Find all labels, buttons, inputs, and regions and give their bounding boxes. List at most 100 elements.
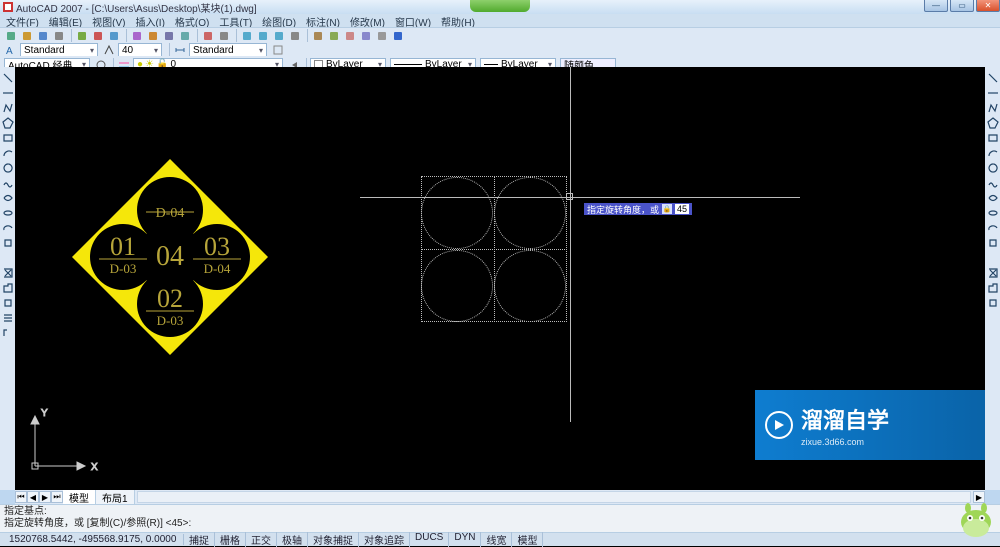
layout-tab-布局1[interactable]: 布局1 (96, 490, 135, 504)
status-toggle-模型[interactable]: 模型 (512, 532, 543, 547)
textstyle-value: Standard (24, 45, 65, 56)
spline-icon[interactable] (1, 191, 14, 204)
titlebar[interactable]: AutoCAD 2007 - [C:\Users\Asus\Desktop\某块… (0, 0, 1000, 14)
dynamic-angle-field[interactable]: 45 (675, 204, 689, 214)
match-icon[interactable] (146, 29, 160, 43)
tab-last-button[interactable]: ⏭ (51, 491, 63, 503)
zoom-win-icon[interactable] (256, 29, 270, 43)
mtext-icon[interactable] (1, 326, 14, 339)
mirror-icon[interactable] (986, 101, 999, 114)
selected-circle (494, 177, 566, 249)
stretch-icon[interactable] (986, 191, 999, 204)
status-toggle-DUCS[interactable]: DUCS (410, 532, 449, 547)
textstyle-combo[interactable]: Standard▾ (20, 43, 98, 57)
status-toggle-DYN[interactable]: DYN (449, 532, 481, 547)
toolpal-icon[interactable] (327, 29, 341, 43)
pan-icon[interactable] (217, 29, 231, 43)
designcenter-icon[interactable] (311, 29, 325, 43)
layout-tabbar: ⏮ ◀ ▶ ⏭ 模型布局1 ▶ (15, 490, 985, 504)
region-icon[interactable] (1, 296, 14, 309)
textheight-combo[interactable]: 40▾ (118, 43, 162, 57)
polygon-icon[interactable] (1, 116, 14, 129)
new-icon[interactable] (4, 29, 18, 43)
markup-icon[interactable] (359, 29, 373, 43)
offset-icon[interactable] (986, 116, 999, 129)
copy-icon[interactable] (986, 86, 999, 99)
explode-icon[interactable] (986, 296, 999, 309)
paste-icon[interactable] (130, 29, 144, 43)
drawing-area[interactable]: 指定旋转角度，或 🔒 45 04 D-04 01 (15, 67, 985, 490)
gradient-icon[interactable] (1, 281, 14, 294)
tab-prev-button[interactable]: ◀ (27, 491, 39, 503)
zoom-ext-icon[interactable] (240, 29, 254, 43)
status-toggle-捕捉[interactable]: 捕捉 (184, 532, 215, 547)
status-toggle-极轴[interactable]: 极轴 (277, 532, 308, 547)
ellipse-icon[interactable] (1, 206, 14, 219)
minimize-button[interactable]: — (924, 0, 948, 12)
ellipsearc-icon[interactable] (1, 221, 14, 234)
copy-icon[interactable] (107, 29, 121, 43)
close-button[interactable]: ✕ (976, 0, 1000, 12)
fillet-icon[interactable] (986, 281, 999, 294)
join-icon[interactable] (986, 251, 999, 264)
scale-icon[interactable] (986, 176, 999, 189)
line-icon[interactable] (1, 71, 14, 84)
rectangle-icon[interactable] (1, 131, 14, 144)
array-icon[interactable] (986, 131, 999, 144)
extend-icon[interactable] (986, 221, 999, 234)
layout-tab-模型[interactable]: 模型 (63, 490, 96, 504)
help-icon[interactable] (391, 29, 405, 43)
status-toggle-栅格[interactable]: 栅格 (215, 532, 246, 547)
arc-icon[interactable] (1, 146, 14, 159)
redo-icon[interactable] (178, 29, 192, 43)
circle-icon[interactable] (1, 161, 14, 174)
textstyle-icon[interactable]: A (4, 43, 18, 57)
save-icon[interactable] (36, 29, 50, 43)
block-bottom-big: 02 (157, 284, 183, 313)
rotate-icon[interactable] (986, 161, 999, 174)
break-icon[interactable] (986, 236, 999, 249)
block-right-big: 03 (204, 232, 230, 261)
erase-icon[interactable] (986, 71, 999, 84)
point-icon[interactable] (1, 251, 14, 264)
statusbar: 1520768.5442, -495568.9175, 0.0000 捕捉栅格正… (0, 532, 1000, 546)
trim-icon[interactable] (986, 206, 999, 219)
props-icon[interactable] (288, 29, 302, 43)
print-icon[interactable] (52, 29, 66, 43)
hatch-icon[interactable] (1, 266, 14, 279)
textheight-value: 40 (122, 45, 133, 56)
h-scrollbar[interactable] (137, 491, 971, 503)
system-buttons: — ▭ ✕ (922, 0, 1000, 12)
calc-icon[interactable] (375, 29, 389, 43)
block-left-small: D-03 (110, 261, 137, 276)
textheight-icon[interactable] (102, 43, 116, 57)
browser-tab-indicator (470, 0, 530, 12)
revcloud-icon[interactable] (1, 176, 14, 189)
watermark-banner: 溜溜自学 zixue.3d66.com (755, 390, 985, 460)
status-toggle-对象追踪[interactable]: 对象追踪 (359, 532, 410, 547)
dimupdate-icon[interactable] (271, 43, 285, 57)
pline-icon[interactable] (1, 101, 14, 114)
status-toggle-线宽[interactable]: 线宽 (481, 532, 512, 547)
chamfer-icon[interactable] (986, 266, 999, 279)
tab-next-button[interactable]: ▶ (39, 491, 51, 503)
dimstyle-combo[interactable]: Standard▾ (189, 43, 267, 57)
maximize-button[interactable]: ▭ (950, 0, 974, 12)
undo-icon[interactable] (162, 29, 176, 43)
zoom-prev-icon[interactable] (272, 29, 286, 43)
coords-readout[interactable]: 1520768.5442, -495568.9175, 0.0000 (4, 534, 184, 545)
block-icon[interactable] (1, 236, 14, 249)
status-toggle-正交[interactable]: 正交 (246, 532, 277, 547)
cut-icon[interactable] (91, 29, 105, 43)
status-toggle-对象捕捉[interactable]: 对象捕捉 (308, 532, 359, 547)
dimstyle-icon[interactable] (173, 43, 187, 57)
eraser-icon[interactable] (201, 29, 215, 43)
plot-icon[interactable] (75, 29, 89, 43)
move-icon[interactable] (986, 146, 999, 159)
command-window[interactable]: 指定基点: 指定旋转角度，或 [复制(C)/参照(R)] <45>: (0, 504, 1000, 534)
sheet-icon[interactable] (343, 29, 357, 43)
table-icon[interactable] (1, 311, 14, 324)
open-icon[interactable] (20, 29, 34, 43)
tab-first-button[interactable]: ⏮ (15, 491, 27, 503)
xline-icon[interactable] (1, 86, 14, 99)
